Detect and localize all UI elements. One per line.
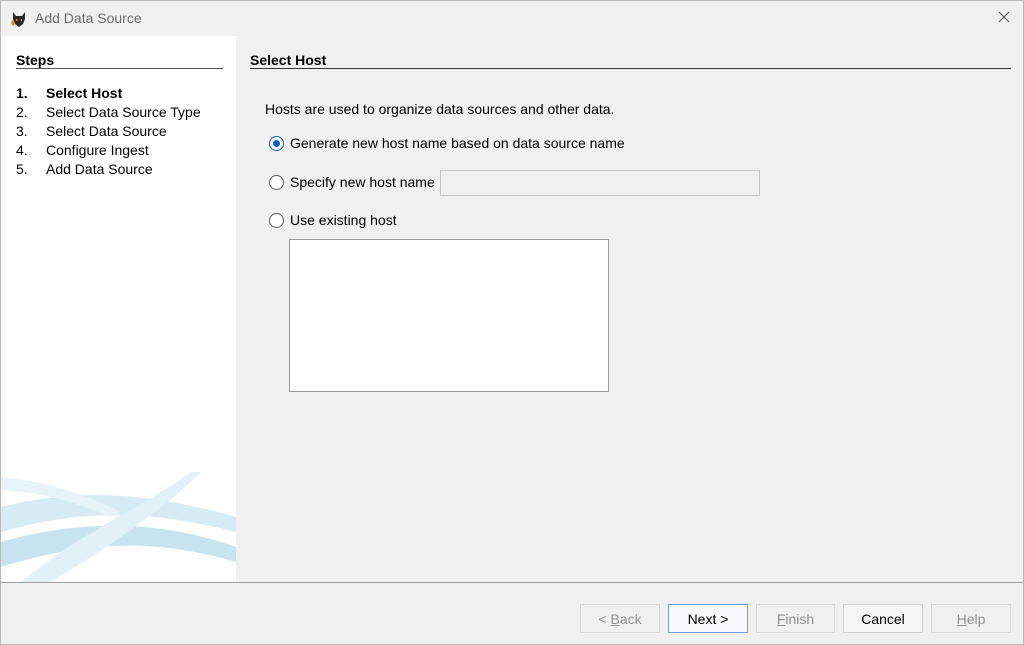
step-label: Select Host <box>46 85 123 101</box>
help-button[interactable]: Help <box>931 604 1011 633</box>
step-label: Select Data Source <box>46 123 167 139</box>
cancel-button[interactable]: Cancel <box>843 604 923 633</box>
window-title: Add Data Source <box>35 10 142 26</box>
back-rest: ack <box>619 610 642 627</box>
steps-heading: Steps <box>16 52 55 68</box>
panel-title: Select Host <box>250 52 327 68</box>
finish-rest: inish <box>785 610 815 627</box>
step-item: 2. Select Data Source Type <box>16 103 201 122</box>
specify-host-name-label: Specify new host name <box>290 174 435 190</box>
step-label: Configure Ingest <box>46 142 149 158</box>
step-number: 1. <box>16 85 28 101</box>
close-icon <box>998 10 1010 26</box>
back-prefix: < <box>598 610 611 627</box>
step-item: 1. Select Host <box>16 84 201 103</box>
close-button[interactable] <box>987 3 1021 33</box>
step-number: 5. <box>16 161 28 177</box>
next-label: Next > <box>687 610 729 627</box>
finish-button[interactable]: Finish <box>756 604 835 633</box>
generate-host-name-label: Generate new host name based on data sou… <box>290 135 625 151</box>
title-bar: Add Data Source <box>1 1 1023 36</box>
step-label: Select Data Source Type <box>46 104 201 120</box>
step-item: 5. Add Data Source <box>16 160 201 179</box>
steps-divider <box>16 68 223 69</box>
step-label: Add Data Source <box>46 161 153 177</box>
decorative-swoosh <box>1 472 236 582</box>
steps-panel: Steps 1. Select Host 2. Select Data Sour… <box>1 36 236 582</box>
help-rest: elp <box>966 610 986 627</box>
autopsy-dog-icon <box>10 10 28 28</box>
help-mnemonic: H <box>956 610 967 627</box>
finish-mnemonic: F <box>776 610 786 627</box>
add-data-source-dialog: Add Data Source Steps 1. Select Host 2. … <box>0 0 1024 645</box>
use-existing-host-label: Use existing host <box>290 212 397 228</box>
cancel-label: Cancel <box>861 610 905 627</box>
step-item: 4. Configure Ingest <box>16 141 201 160</box>
next-button[interactable]: Next > <box>668 604 748 633</box>
step-item: 3. Select Data Source <box>16 122 201 141</box>
use-existing-host-option[interactable]: Use existing host <box>269 212 397 228</box>
step-number: 4. <box>16 142 28 158</box>
generate-host-name-radio[interactable] <box>269 135 284 151</box>
use-existing-host-radio[interactable] <box>269 212 284 228</box>
back-mnemonic: B <box>610 610 620 627</box>
steps-list: 1. Select Host 2. Select Data Source Typ… <box>16 84 201 179</box>
specify-host-name-option[interactable]: Specify new host name <box>269 174 435 190</box>
description-text: Hosts are used to organize data sources … <box>265 101 615 117</box>
button-bar: < Back Next > Finish Cancel Help <box>1 583 1023 644</box>
panel-divider <box>250 68 1011 69</box>
generate-host-name-option[interactable]: Generate new host name based on data sou… <box>269 135 625 151</box>
back-button[interactable]: < Back <box>580 604 660 633</box>
existing-host-list[interactable] <box>289 239 609 392</box>
select-host-panel: Select Host Hosts are used to organize d… <box>236 36 1023 582</box>
step-number: 3. <box>16 123 28 139</box>
new-host-name-input[interactable] <box>440 170 760 196</box>
specify-host-name-radio[interactable] <box>269 174 284 190</box>
step-number: 2. <box>16 104 28 120</box>
